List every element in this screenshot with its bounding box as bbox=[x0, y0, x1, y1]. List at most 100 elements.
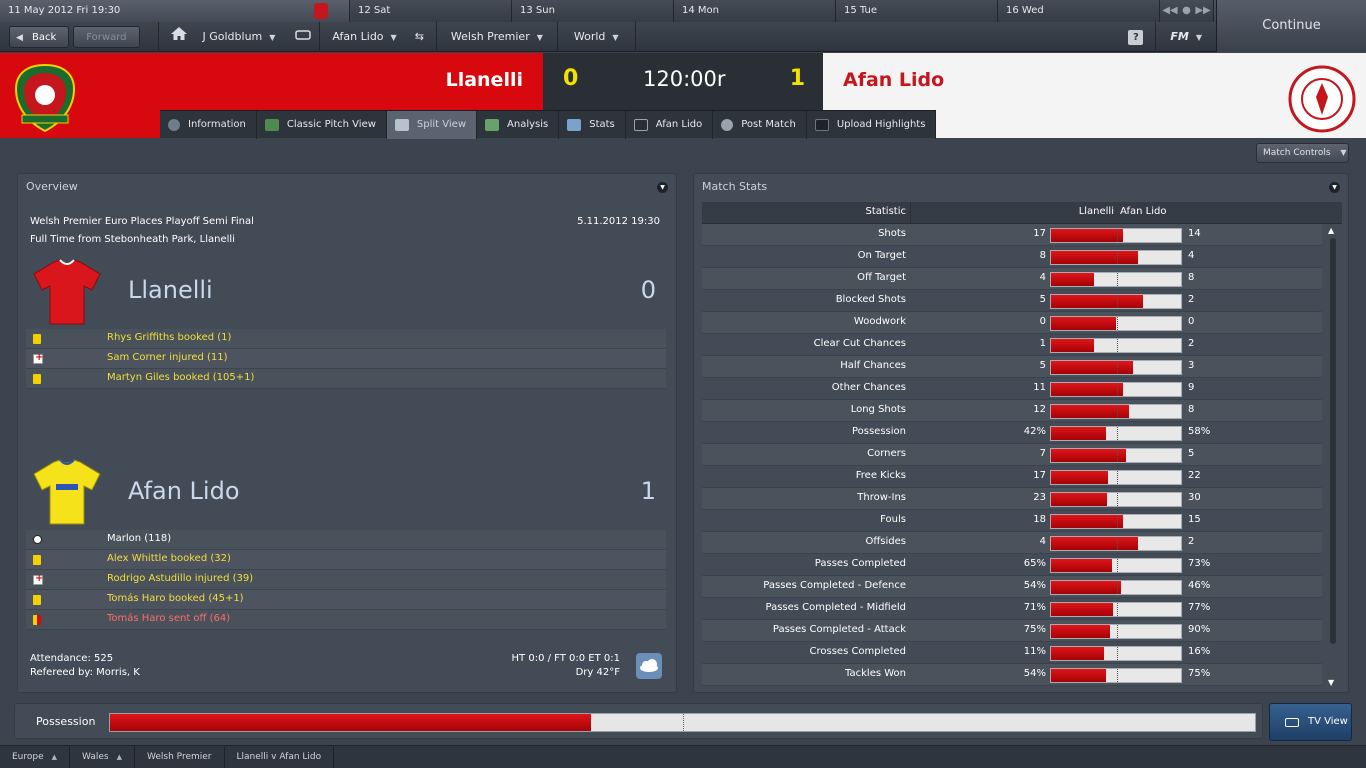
club-menu[interactable]: Afan Lido ▼ bbox=[320, 22, 408, 52]
table-row[interactable]: On Target 8 4 bbox=[702, 246, 1322, 268]
stat-away-value: 8 bbox=[1188, 404, 1195, 415]
fm-menu[interactable]: FM ▼ bbox=[1156, 22, 1216, 52]
calendar-day-label: 16 Wed bbox=[1006, 5, 1044, 16]
home-team-title[interactable]: Llanelli bbox=[128, 276, 213, 304]
stat-home-value: 23 bbox=[1033, 492, 1046, 503]
panel-menu-icon[interactable]: ▼ bbox=[657, 182, 668, 193]
away-team-title[interactable]: Afan Lido bbox=[128, 477, 240, 505]
table-row[interactable]: Long Shots 12 8 bbox=[702, 400, 1322, 422]
stat-away-value: 58% bbox=[1188, 426, 1211, 437]
tab-afan-lido[interactable]: Afan Lido bbox=[626, 111, 714, 139]
stat-name: Blocked Shots bbox=[835, 294, 906, 305]
stat-home-value: 54% bbox=[1023, 580, 1046, 591]
table-row[interactable]: Fouls 18 15 bbox=[702, 510, 1322, 532]
league-menu[interactable]: Welsh Premier ▼ bbox=[437, 22, 557, 52]
breadcrumb-europe[interactable]: Europe ▲ bbox=[0, 746, 71, 768]
tab-split-view[interactable]: Split View bbox=[386, 111, 478, 139]
tab-stats[interactable]: Stats bbox=[559, 111, 626, 139]
table-row[interactable]: Shots 17 14 bbox=[702, 224, 1322, 246]
calendar-day-12[interactable]: 12 Sat bbox=[350, 0, 512, 22]
event-row[interactable]: Sam Corner injured (11) bbox=[26, 349, 666, 369]
back-button[interactable]: Back bbox=[9, 26, 70, 49]
home-icon[interactable] bbox=[159, 22, 199, 52]
home-club-crest-icon[interactable] bbox=[12, 63, 78, 133]
possession-midline bbox=[683, 714, 684, 731]
calendar-nav: ◀◀ ● ▶▶ bbox=[1160, 0, 1214, 22]
scroll-track[interactable] bbox=[1330, 238, 1336, 644]
event-row[interactable]: Rodrigo Astudillo injured (39) bbox=[26, 570, 666, 590]
calendar-day-13[interactable]: 13 Sun bbox=[512, 0, 674, 22]
stat-home-value: 18 bbox=[1033, 514, 1046, 525]
event-row[interactable]: Marlon (118) bbox=[26, 530, 666, 550]
column-header-away[interactable]: Afan Lido bbox=[1120, 206, 1166, 217]
table-row[interactable]: Throw-Ins 23 30 bbox=[702, 488, 1322, 510]
table-row[interactable]: Passes Completed - Defence 54% 46% bbox=[702, 576, 1322, 598]
table-row[interactable]: Crosses Completed 11% 16% bbox=[702, 642, 1322, 664]
calendar-day-15[interactable]: 15 Tue bbox=[836, 0, 998, 22]
tab-classic-pitch-view[interactable]: Classic Pitch View bbox=[257, 111, 387, 139]
table-row[interactable]: Offsides 4 2 bbox=[702, 532, 1322, 554]
event-row[interactable]: Rhys Griffiths booked (1) bbox=[26, 329, 666, 349]
help-button[interactable]: ? bbox=[1116, 22, 1155, 52]
table-row[interactable]: Blocked Shots 5 2 bbox=[702, 290, 1322, 312]
home-team-name[interactable]: Llanelli bbox=[446, 69, 523, 91]
calendar-prev-icon[interactable]: ◀◀ bbox=[1162, 0, 1177, 22]
calendar-next-icon[interactable]: ▶▶ bbox=[1195, 0, 1210, 22]
event-row[interactable]: Tomás Haro booked (45+1) bbox=[26, 590, 666, 610]
venue-text[interactable]: Full Time from Stebonheath Park, Llanell… bbox=[30, 234, 235, 245]
chevron-down-icon: ▼ bbox=[390, 33, 397, 42]
stat-name: Offsides bbox=[865, 536, 906, 547]
current-date[interactable]: 11 May 2012 Fri 19:30 bbox=[0, 0, 350, 22]
tab-label: Classic Pitch View bbox=[286, 119, 376, 130]
tv-view-button[interactable]: TV View bbox=[1269, 703, 1352, 741]
table-row[interactable]: Woodwork 0 0 bbox=[702, 312, 1322, 334]
stat-away-value: 15 bbox=[1188, 514, 1201, 525]
manager-menu[interactable]: J Goldblum ▼ bbox=[199, 22, 288, 52]
table-row[interactable]: Passes Completed - Midfield 71% 77% bbox=[702, 598, 1322, 620]
event-row[interactable]: Alex Whittle booked (32) bbox=[26, 550, 666, 570]
table-row[interactable]: Half Chances 5 3 bbox=[702, 356, 1322, 378]
forward-button[interactable]: Forward bbox=[73, 26, 140, 48]
table-row[interactable]: Clear Cut Chances 1 2 bbox=[702, 334, 1322, 356]
split-view-icon bbox=[394, 119, 409, 131]
calendar-day-14[interactable]: 14 Mon bbox=[674, 0, 836, 22]
stat-name: Possession bbox=[851, 426, 906, 437]
calendar-dot-icon[interactable]: ● bbox=[1182, 0, 1191, 22]
breadcrumb-match[interactable]: Llanelli v Afan Lido bbox=[225, 746, 335, 768]
away-team-name[interactable]: Afan Lido bbox=[843, 69, 944, 91]
event-row[interactable]: Tomás Haro sent off (64) bbox=[26, 610, 666, 630]
table-row[interactable]: Possession 42% 58% bbox=[702, 422, 1322, 444]
table-row[interactable]: Passes Completed - Attack 75% 90% bbox=[702, 620, 1322, 642]
competition-name[interactable]: Welsh Premier Euro Places Playoff Semi F… bbox=[30, 216, 254, 227]
inbox-icon[interactable] bbox=[287, 22, 319, 52]
tab-upload-highlights[interactable]: Upload Highlights bbox=[807, 111, 937, 139]
stat-comparison-bar bbox=[1050, 228, 1182, 243]
tab-post-match[interactable]: Post Match bbox=[713, 111, 807, 139]
scroll-up-icon[interactable]: ▲ bbox=[1328, 226, 1334, 235]
tab-analysis[interactable]: Analysis bbox=[477, 111, 560, 139]
scroll-down-icon[interactable]: ▼ bbox=[1328, 678, 1334, 687]
stats-scrollbar[interactable]: ▲ ▼ bbox=[1328, 226, 1336, 687]
breadcrumb-welsh-premier[interactable]: Welsh Premier bbox=[135, 746, 225, 768]
table-row[interactable]: Off Target 4 8 bbox=[702, 268, 1322, 290]
continue-button[interactable]: Continue bbox=[1216, 0, 1366, 52]
table-row[interactable]: Tackles Won 54% 75% bbox=[702, 664, 1322, 686]
column-header-home[interactable]: Llanelli bbox=[1079, 206, 1114, 217]
panel-menu-icon[interactable]: ▼ bbox=[1329, 182, 1340, 193]
table-row[interactable]: Free Kicks 17 22 bbox=[702, 466, 1322, 488]
tab-information[interactable]: Information bbox=[160, 111, 257, 139]
calendar-day-16[interactable]: 16 Wed bbox=[998, 0, 1160, 22]
column-header-statistic[interactable]: Statistic bbox=[865, 206, 906, 217]
table-row[interactable]: Passes Completed 65% 73% bbox=[702, 554, 1322, 576]
chevron-up-icon: ▲ bbox=[51, 753, 58, 761]
match-controls-dropdown[interactable]: Match Controls ▼ bbox=[1256, 143, 1349, 163]
table-row[interactable]: Corners 7 5 bbox=[702, 444, 1322, 466]
swap-icon[interactable]: ⇆ bbox=[409, 22, 430, 52]
tab-label: Upload Highlights bbox=[836, 119, 926, 130]
stat-away-value: 8 bbox=[1188, 272, 1195, 283]
away-club-crest-icon[interactable] bbox=[1288, 63, 1356, 133]
table-row[interactable]: Other Chances 11 9 bbox=[702, 378, 1322, 400]
event-row[interactable]: Martyn Giles booked (105+1) bbox=[26, 369, 666, 389]
breadcrumb-wales[interactable]: Wales ▲ bbox=[70, 746, 136, 768]
world-menu[interactable]: World ▼ bbox=[558, 22, 635, 52]
